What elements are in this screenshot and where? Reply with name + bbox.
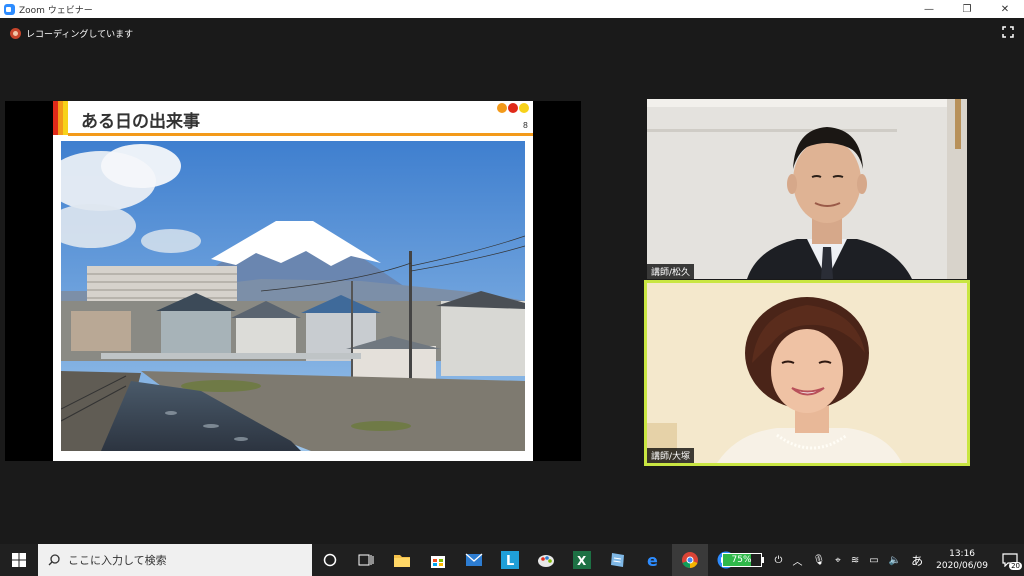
store-button[interactable] (420, 544, 456, 576)
participant-name: 講師/松久 (647, 264, 695, 279)
chrome-button[interactable] (672, 544, 708, 576)
task-view-icon (358, 554, 374, 566)
l-app-icon: L (501, 551, 519, 569)
cortana-icon (323, 553, 337, 567)
logo-dot (497, 103, 507, 113)
clock-date: 2020/06/09 (936, 561, 988, 571)
battery-percent: 75% (731, 555, 752, 565)
battery-indicator[interactable]: 75% (721, 553, 764, 567)
shared-screen: ある日の出来事 8 (5, 101, 581, 461)
clock[interactable]: 13:16 2020/06/09 (936, 548, 988, 572)
notification-count: 20 (1009, 562, 1022, 570)
window-titlebar: Zoom ウェビナー — ❐ ✕ (0, 0, 1024, 18)
excel-button[interactable]: X (564, 544, 600, 576)
notepad-button[interactable] (600, 544, 636, 576)
mail-button[interactable] (456, 544, 492, 576)
notepad-icon (611, 553, 624, 567)
chrome-icon (682, 552, 698, 569)
logo-dot (508, 103, 518, 113)
search-icon (48, 554, 60, 566)
logo-dot (519, 103, 529, 113)
slide-underline (68, 133, 533, 136)
system-tray: 75% ⏻ ︿ 🎙 ⌖ ≋ ▭ 🔈 あ 13:16 2020/06/09 20 (721, 544, 1024, 576)
start-button[interactable] (0, 544, 38, 576)
search-placeholder: ここに入力して検索 (68, 554, 167, 567)
restore-button[interactable]: ❐ (948, 0, 986, 18)
recording-icon (10, 28, 21, 39)
edge-button[interactable]: e (636, 544, 672, 576)
folder-icon (394, 555, 410, 567)
participant-tile[interactable]: 講師/松久 (647, 99, 967, 279)
paint-button[interactable] (528, 544, 564, 576)
edge-icon: e (647, 551, 658, 569)
slide-logo (495, 103, 529, 117)
chevron-up-icon[interactable]: ︿ (792, 553, 802, 568)
microphone-icon[interactable]: 🎙 (812, 555, 825, 566)
slide-header: ある日の出来事 8 (53, 101, 533, 137)
app-l-button[interactable]: L (492, 544, 528, 576)
excel-icon: X (573, 551, 591, 569)
recording-label: レコーディングしています (26, 30, 134, 40)
close-button[interactable]: ✕ (986, 0, 1024, 18)
slide-photo (61, 141, 525, 451)
participant-video (647, 283, 967, 463)
store-icon (431, 556, 445, 568)
recording-indicator[interactable]: レコーディングしています (10, 27, 133, 40)
presentation-slide: ある日の出来事 8 (53, 101, 533, 461)
minimize-button[interactable]: — (910, 0, 948, 18)
svg-text:e: e (647, 551, 658, 569)
ime-indicator[interactable]: あ (911, 552, 923, 569)
fullscreen-icon[interactable] (1002, 26, 1014, 38)
slide-title: ある日の出来事 (81, 112, 200, 132)
windows-taskbar: ここに入力して検索 L X e 75% ⏻ ︿ 🎙 ⌖ ≋ ▭ 🔈 あ 13:1… (0, 544, 1024, 576)
zoom-app-icon (4, 3, 15, 15)
wifi-icon[interactable]: ≋ (851, 555, 859, 566)
battery-icon[interactable]: ▭ (869, 555, 878, 566)
zoom-meeting-area: レコーディングしています ある日の出来事 8 講師/松久 講師/大塚 (0, 18, 1024, 544)
taskbar-search[interactable]: ここに入力して検索 (38, 544, 312, 576)
window-title: Zoom ウェビナー (19, 5, 93, 16)
notification-center-button[interactable]: 20 (996, 544, 1024, 576)
svg-text:X: X (577, 554, 587, 568)
volume-icon[interactable]: 🔈 (889, 555, 901, 566)
cortana-button[interactable] (312, 544, 348, 576)
mail-icon (465, 553, 483, 566)
windows-logo-icon (12, 553, 26, 567)
paint-icon (538, 555, 554, 567)
participant-tile-active-speaker[interactable]: 講師/大塚 (644, 280, 970, 466)
clock-time: 13:16 (949, 549, 976, 559)
svg-text:L: L (506, 554, 514, 569)
file-explorer-button[interactable] (384, 544, 420, 576)
participant-video (647, 99, 967, 279)
slide-page-number: 8 (522, 121, 528, 130)
participant-name: 講師/大塚 (647, 448, 695, 463)
task-view-button[interactable] (348, 544, 384, 576)
location-icon[interactable]: ⌖ (835, 555, 841, 566)
power-plug-icon[interactable]: ⏻ (775, 555, 783, 566)
